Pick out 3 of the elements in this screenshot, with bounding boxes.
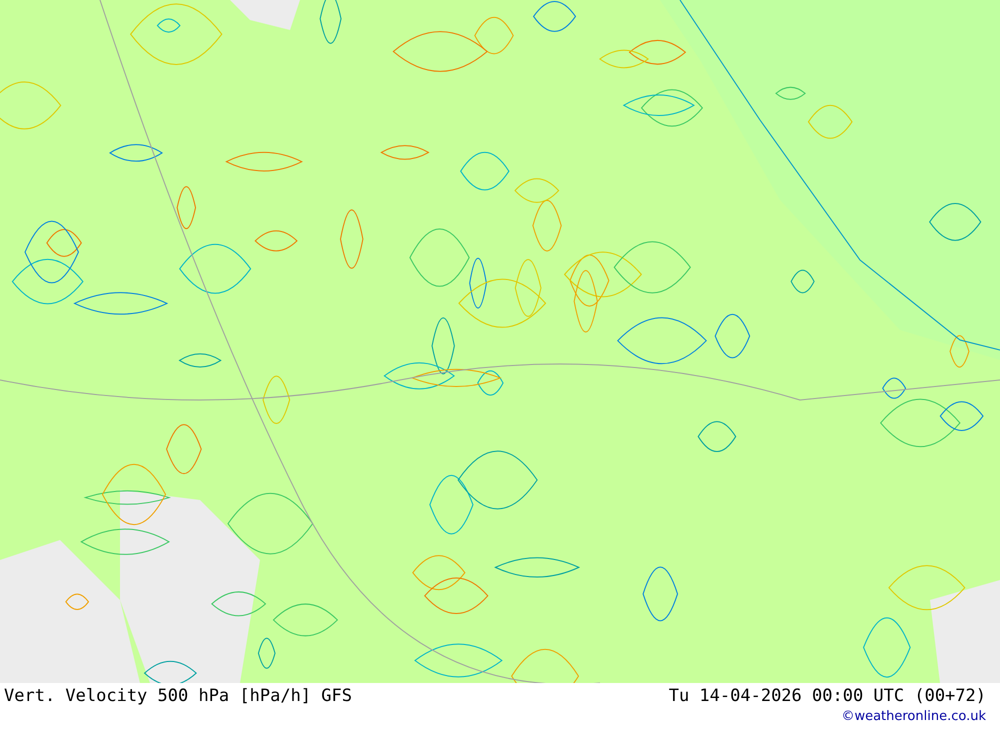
valid-time: Tu 14-04-2026 00:00 UTC (00+72) — [668, 686, 986, 706]
map-title: Vert. Velocity 500 hPa [hPa/h] GFS — [4, 686, 352, 706]
credit-text: ©weatheronline.co.uk — [841, 709, 986, 724]
